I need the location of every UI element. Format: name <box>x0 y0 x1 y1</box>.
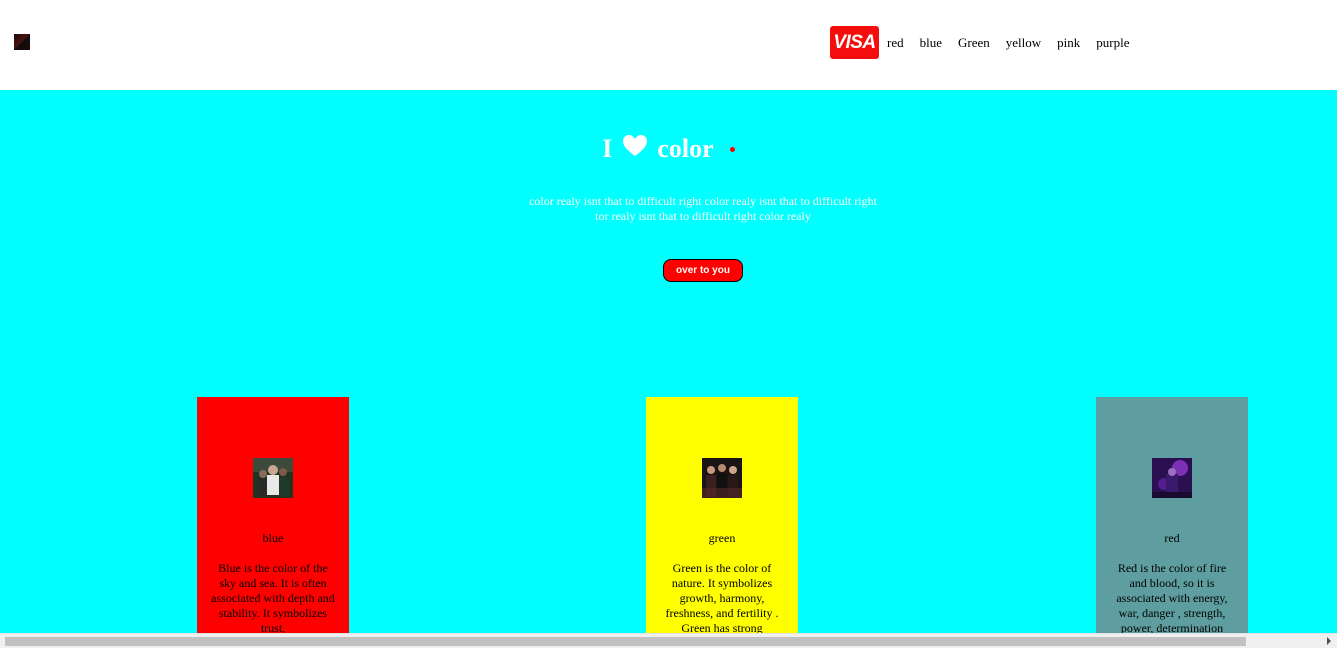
nav-link-purple[interactable]: purple <box>1096 35 1129 51</box>
scrollbar-thumb[interactable] <box>5 637 1246 646</box>
nav-link-pink[interactable]: pink <box>1057 35 1080 51</box>
visa-badge: VISA <box>830 26 879 59</box>
page: VISA red blue Green yellow pink purple I… <box>0 0 1337 648</box>
nav-bar: VISA red blue Green yellow pink purple <box>830 26 1138 59</box>
card-title: red <box>1164 531 1180 545</box>
hero-title-prefix: I <box>602 134 613 163</box>
card-red: red Red is the color of fire and blood, … <box>1096 397 1248 648</box>
hero-section: I color color realy isnt that to difficu… <box>0 90 1337 648</box>
logo-icon[interactable] <box>14 34 30 50</box>
nav-link-red[interactable]: red <box>887 35 904 51</box>
nav-link-yellow[interactable]: yellow <box>1006 35 1041 51</box>
hero-title-suffix: color <box>657 134 714 163</box>
card-photo-thumbnail <box>253 458 293 498</box>
card-title: blue <box>262 531 284 545</box>
nav-link-blue[interactable]: blue <box>920 35 942 51</box>
nav-link-green[interactable]: Green <box>958 35 990 51</box>
over-to-you-button[interactable]: over to you <box>663 259 743 282</box>
red-dot-icon <box>729 147 735 153</box>
horizontal-scrollbar[interactable] <box>0 633 1337 648</box>
hero-text: color realy isnt that to difficult right… <box>529 194 877 223</box>
card-green: green Green is the color of nature. It s… <box>646 397 798 648</box>
card-title: green <box>708 531 736 545</box>
card-text: Red is the color of fire and blood, so i… <box>1116 561 1228 635</box>
card-photo-thumbnail <box>702 458 742 498</box>
hero-title: I color <box>0 133 1337 165</box>
card-photo-thumbnail <box>1152 458 1192 498</box>
header: VISA red blue Green yellow pink purple <box>0 0 1337 90</box>
heart-icon <box>622 133 648 165</box>
card-blue: blue Blue is the color of the sky and se… <box>197 397 349 648</box>
card-text: Blue is the color of the sky and sea. It… <box>211 561 335 635</box>
card-text: Green is the color of nature. It symboli… <box>665 561 779 635</box>
scroll-right-arrow-icon[interactable] <box>1327 637 1331 645</box>
